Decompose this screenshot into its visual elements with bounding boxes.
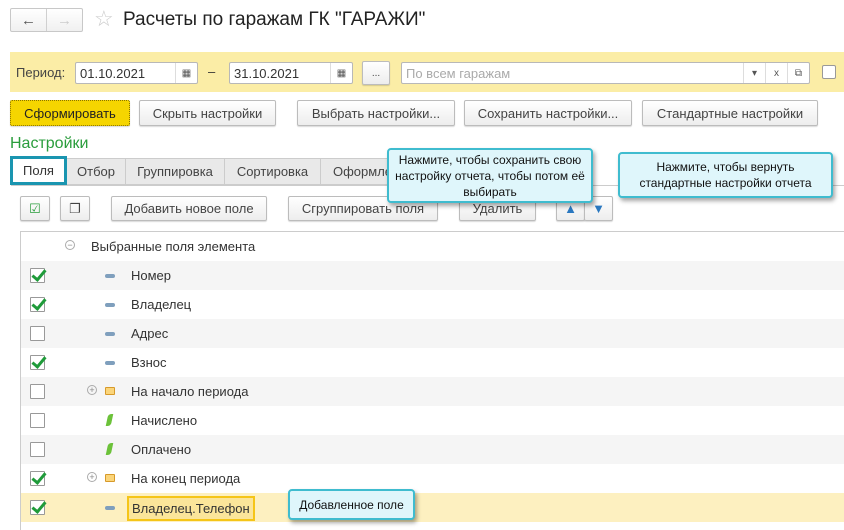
uncheck-all-button[interactable]: ❐	[60, 196, 90, 221]
dropdown-icon[interactable]: ▾	[743, 63, 765, 83]
row-checkbox[interactable]	[30, 500, 45, 515]
tab-fields[interactable]: Поля	[10, 156, 67, 185]
open-icon[interactable]: ⧉	[787, 63, 809, 83]
tree-row[interactable]: Адрес	[21, 319, 844, 348]
page-title: Расчеты по гаражам ГК "ГАРАЖИ"	[123, 9, 426, 30]
row-checkbox[interactable]	[30, 326, 45, 341]
date-to-value: 31.10.2021	[234, 65, 300, 81]
arrow-up-icon: ▲	[564, 201, 577, 216]
tab-sorting[interactable]: Сортировка	[224, 158, 321, 185]
field-icon	[105, 274, 115, 278]
row-checkbox[interactable]	[30, 413, 45, 428]
tree-root-label: Выбранные поля элемента	[91, 239, 256, 254]
standard-settings-callout: Нажмите, чтобы вернуть стандартные настр…	[618, 152, 833, 198]
row-label: Владелец.Телефон	[127, 496, 255, 521]
field-icon	[105, 361, 115, 365]
tab-filter[interactable]: Отбор	[66, 158, 126, 185]
tree-row[interactable]: Взнос	[21, 348, 844, 377]
choose-settings-button[interactable]: Выбрать настройки...	[297, 100, 455, 126]
row-label: Начислено	[131, 413, 198, 428]
garage-select[interactable]: По всем гаражам ▾ x ⧉	[401, 62, 810, 84]
row-label: На конец периода	[131, 471, 241, 486]
expand-icon[interactable]: +	[87, 385, 97, 395]
tree-row[interactable]: + На конец периода	[21, 464, 844, 493]
date-separator: –	[208, 64, 216, 79]
row-label: Взнос	[131, 355, 167, 370]
calendar-icon[interactable]: ▦	[330, 63, 352, 83]
resource-icon	[105, 443, 114, 455]
save-settings-button[interactable]: Сохранить настройки...	[464, 100, 632, 126]
row-label: Номер	[131, 268, 172, 283]
tree-row[interactable]: Оплачено	[21, 435, 844, 464]
nav-buttons: ← →	[10, 8, 83, 32]
tree-row[interactable]: Владелец.Телефон	[21, 493, 844, 522]
period-label: Период:	[16, 65, 66, 80]
row-label: Оплачено	[131, 442, 192, 457]
filter-checkbox[interactable]	[822, 65, 836, 79]
forward-button[interactable]: →	[47, 9, 82, 31]
row-label: Адрес	[131, 326, 169, 341]
expand-icon[interactable]: +	[87, 472, 97, 482]
resource-icon	[105, 414, 114, 426]
add-field-button[interactable]: Добавить новое поле	[111, 196, 267, 221]
tree-row[interactable]: Номер	[21, 261, 844, 290]
row-label: На начало периода	[131, 384, 249, 399]
clear-button[interactable]: x	[765, 63, 787, 83]
row-checkbox[interactable]	[30, 268, 45, 283]
hide-settings-button[interactable]: Скрыть настройки	[139, 100, 276, 126]
row-checkbox[interactable]	[30, 297, 45, 312]
tree-row[interactable]: Начислено	[21, 406, 844, 435]
tree-root[interactable]: − Выбранные поля элемента	[21, 232, 844, 261]
date-to-field[interactable]: 31.10.2021 ▦	[229, 62, 353, 84]
save-settings-callout: Нажмите, чтобы сохранить свою настройку …	[387, 148, 593, 203]
settings-title: Настройки	[10, 135, 89, 152]
period-select-button[interactable]: ...	[362, 61, 390, 85]
field-icon	[105, 506, 115, 510]
fields-tree: − Выбранные поля элемента Номер Владелец А…	[20, 231, 844, 530]
arrow-down-icon: ▼	[592, 201, 605, 216]
folder-icon	[105, 474, 115, 482]
row-label: Владелец	[131, 297, 192, 312]
tab-grouping[interactable]: Группировка	[125, 158, 225, 185]
garage-placeholder: По всем гаражам	[406, 65, 511, 81]
date-from-value: 01.10.2021	[80, 65, 146, 81]
row-checkbox[interactable]	[30, 442, 45, 457]
star-icon[interactable]: ☆	[94, 6, 114, 32]
check-all-icon: ☑	[29, 200, 41, 216]
added-field-callout: Добавленное поле	[288, 489, 415, 520]
calendar-icon[interactable]: ▦	[175, 63, 197, 83]
field-icon	[105, 332, 115, 336]
collapse-icon[interactable]: −	[65, 240, 75, 250]
folder-icon	[105, 387, 115, 395]
back-button[interactable]: ←	[11, 9, 47, 31]
row-checkbox[interactable]	[30, 384, 45, 399]
generate-button[interactable]: Сформировать	[10, 100, 130, 126]
tree-row[interactable]: + На начало периода	[21, 377, 844, 406]
row-checkbox[interactable]	[30, 471, 45, 486]
check-all-button[interactable]: ☑	[20, 196, 50, 221]
row-checkbox[interactable]	[30, 355, 45, 370]
standard-settings-button[interactable]: Стандартные настройки	[642, 100, 818, 126]
uncheck-all-icon: ❐	[69, 200, 81, 216]
field-icon	[105, 303, 115, 307]
date-from-field[interactable]: 01.10.2021 ▦	[75, 62, 198, 84]
tree-row[interactable]: Владелец	[21, 290, 844, 319]
